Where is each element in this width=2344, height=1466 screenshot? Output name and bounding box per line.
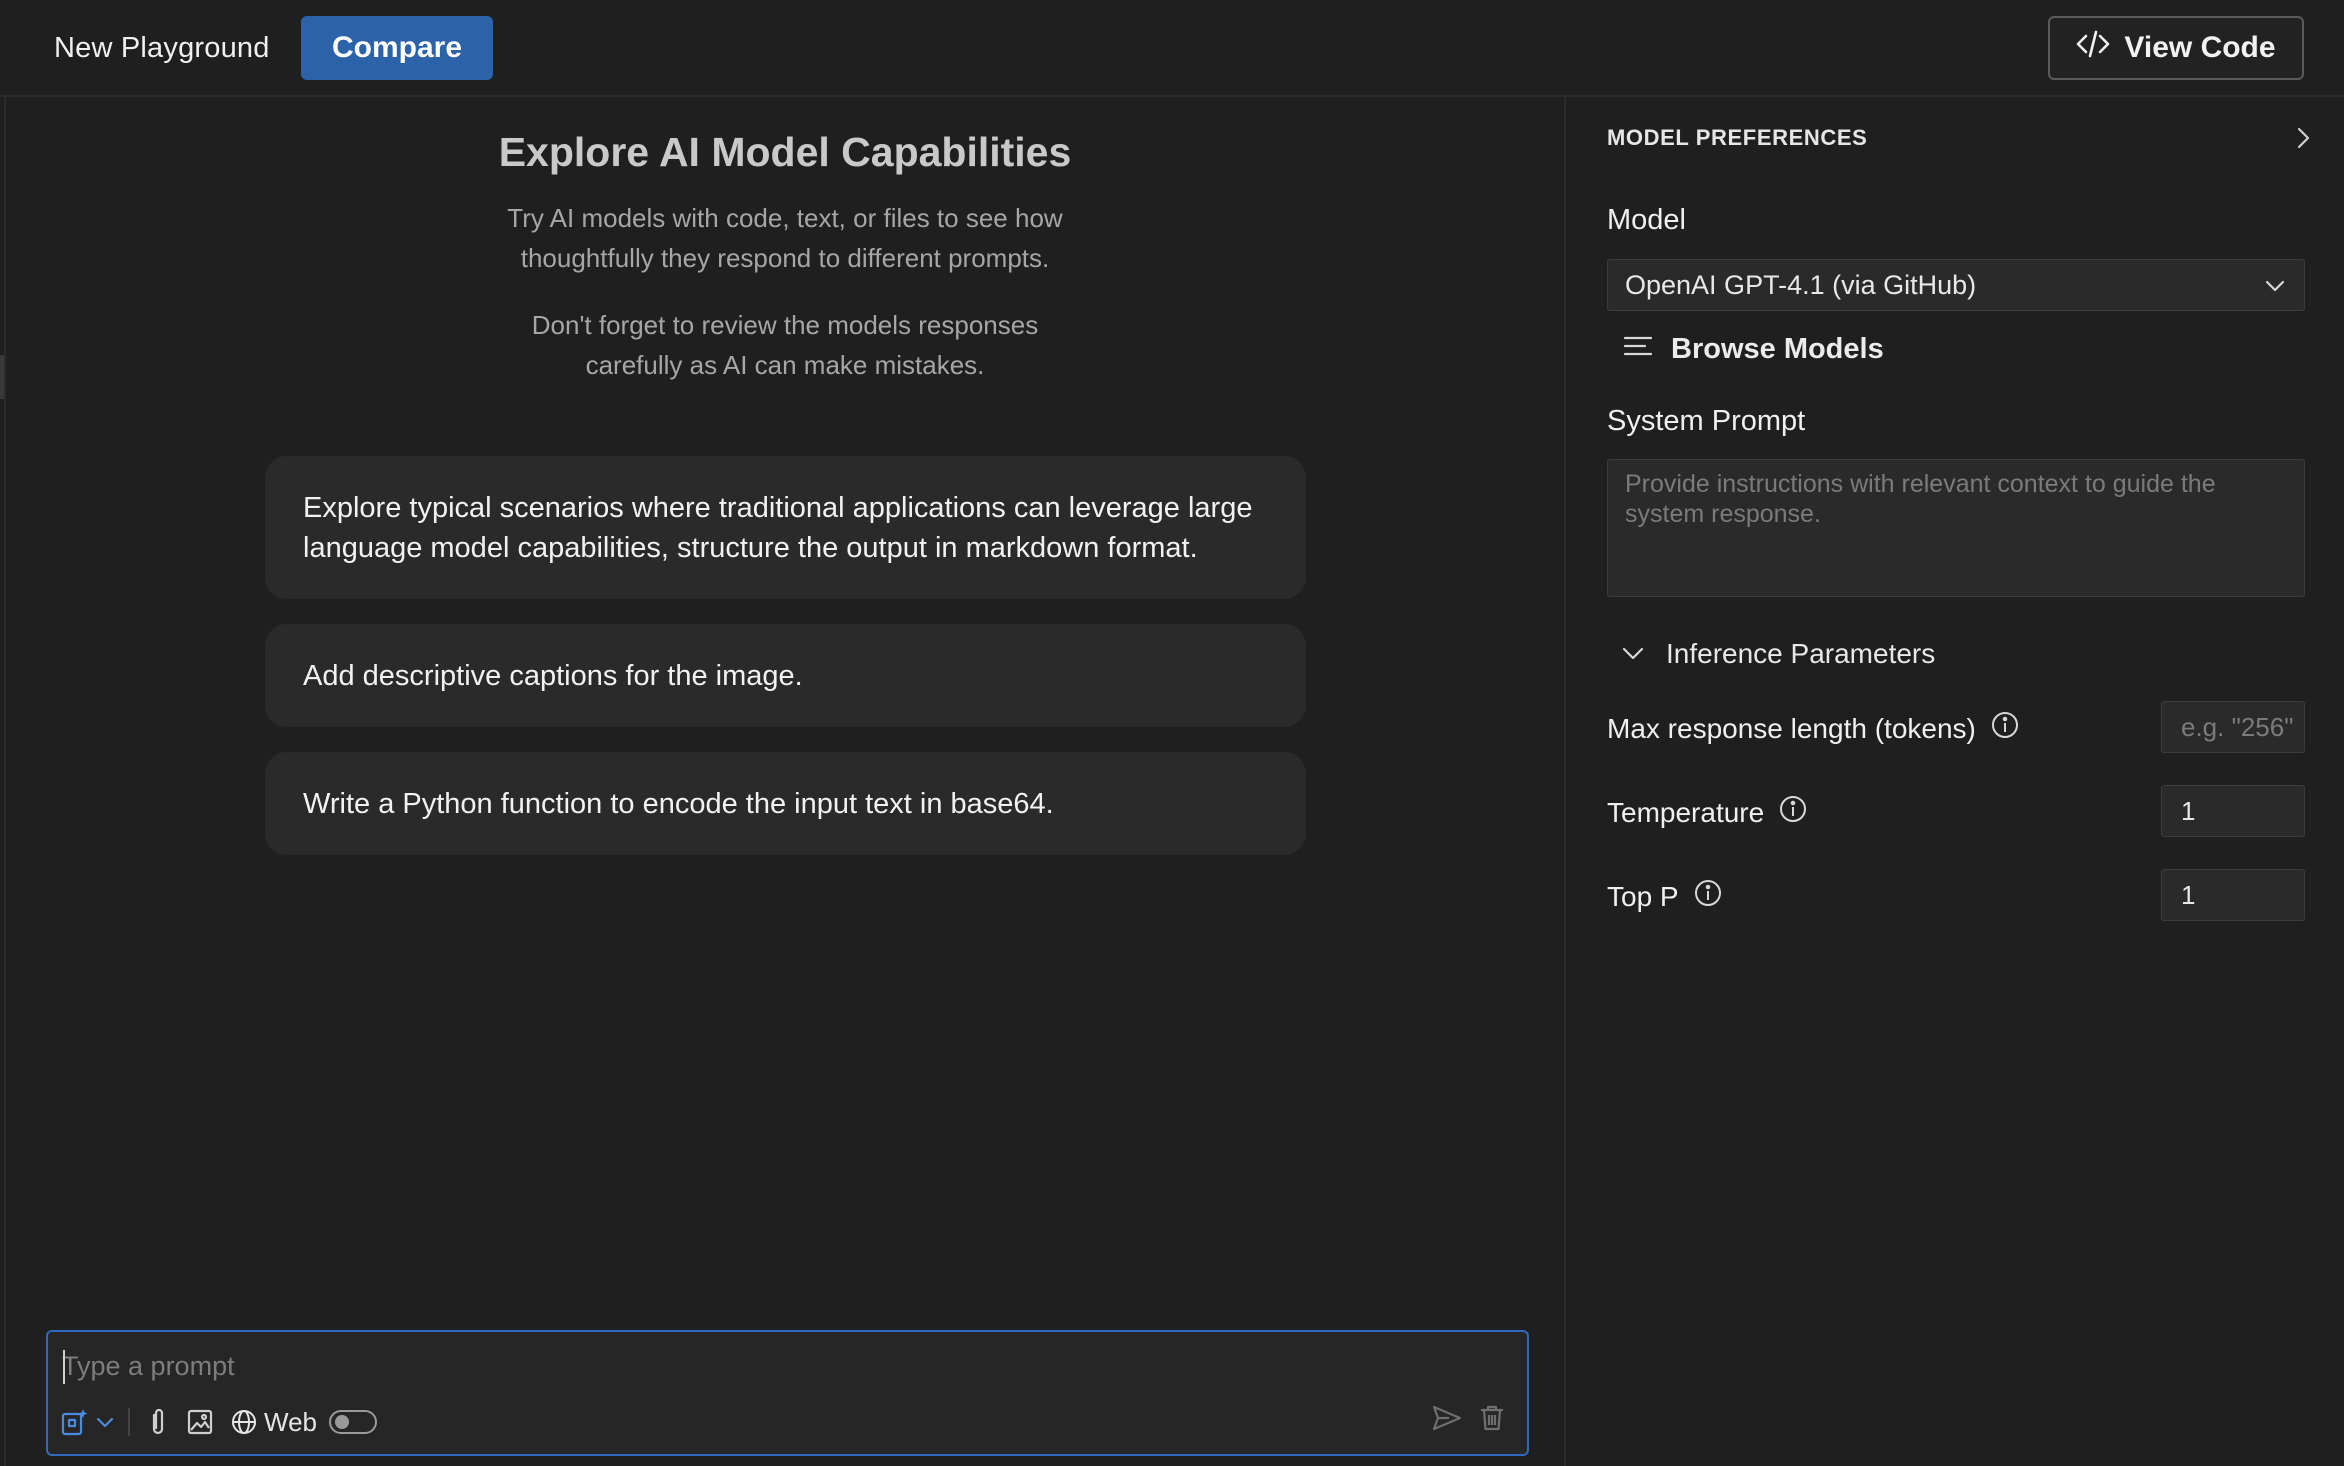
param-temperature: Temperature [1607, 785, 2305, 837]
chevron-down-icon [2265, 280, 2285, 292]
view-code-button[interactable]: View Code [2048, 16, 2304, 80]
page-title: Explore AI Model Capabilities [498, 129, 1072, 175]
system-prompt-field[interactable] [1607, 459, 2305, 597]
browse-models-button[interactable]: Browse Models [1623, 333, 1884, 366]
toolbar-divider [128, 1408, 130, 1436]
max-tokens-input[interactable] [2161, 701, 2305, 753]
playground-app: New Playground Compare View Code Explore… [0, 0, 2344, 1466]
info-icon[interactable] [1778, 794, 1808, 831]
param-label: Max response length (tokens) [1607, 712, 1976, 744]
prompt-input[interactable] [62, 1346, 1502, 1386]
param-label: Temperature [1607, 796, 1765, 828]
info-icon[interactable] [1693, 878, 1723, 915]
attach-button[interactable] [146, 1402, 170, 1442]
globe-icon [230, 1408, 258, 1436]
warning-line-1: Don't forget to review the models respon… [531, 310, 1039, 340]
prompt-box: Web [46, 1330, 1529, 1456]
param-label-wrap: Temperature [1607, 794, 1808, 831]
chat-area: Explore AI Model Capabilities Try AI mod… [6, 97, 1564, 1466]
suggestion-card[interactable]: Explore typical scenarios where traditio… [265, 456, 1306, 599]
chevron-right-icon[interactable] [2290, 125, 2316, 151]
tab-new-playground[interactable]: New Playground [54, 28, 270, 68]
chevron-down-icon [1620, 638, 1646, 670]
suggestion-text: Explore typical scenarios where traditio… [303, 491, 1253, 564]
text-caret [63, 1350, 65, 1384]
browse-models-label: Browse Models [1671, 333, 1884, 365]
param-max-tokens: Max response length (tokens) [1607, 701, 2305, 753]
intro-line-2: thoughtfully they respond to different p… [520, 243, 1050, 273]
system-prompt-label: System Prompt [1607, 405, 1806, 437]
intro-line-1: Try AI models with code, text, or files … [507, 203, 1063, 233]
web-toggle[interactable] [329, 1410, 377, 1434]
send-icon[interactable] [1431, 1404, 1463, 1437]
temperature-input[interactable] [2161, 785, 2305, 837]
warning-line-2: carefully as AI can make mistakes. [585, 350, 985, 380]
image-button[interactable] [186, 1402, 214, 1442]
toggle-knob [335, 1415, 349, 1429]
top-bar: New Playground Compare View Code [0, 0, 2344, 97]
suggestion-text: Add descriptive captions for the image. [303, 659, 803, 692]
model-select-value: OpenAI GPT-4.1 (via GitHub) [1625, 270, 1977, 300]
model-preferences-panel: MODEL PREFERENCES Model OpenAI GPT-4.1 (… [1564, 97, 2344, 1466]
sparkle-tools-icon [60, 1407, 90, 1437]
suggestion-text: Write a Python function to encode the in… [303, 787, 1054, 820]
inference-label: Inference Parameters [1666, 638, 1936, 669]
list-icon [1623, 333, 1653, 366]
panel-title: MODEL PREFERENCES [1607, 125, 1868, 150]
model-select[interactable]: OpenAI GPT-4.1 (via GitHub) [1607, 259, 2305, 311]
info-icon[interactable] [1990, 710, 2020, 747]
paperclip-icon [146, 1407, 170, 1437]
chevron-down-icon [94, 1411, 116, 1433]
param-label: Top P [1607, 880, 1679, 912]
param-top-p: Top P [1607, 869, 2305, 921]
trash-icon[interactable] [1479, 1404, 1505, 1437]
param-label-wrap: Max response length (tokens) [1607, 710, 2020, 747]
image-icon [186, 1408, 214, 1436]
intro-text: Try AI models with code, text, or files … [6, 198, 1564, 278]
top-p-input[interactable] [2161, 869, 2305, 921]
agent-mode-picker[interactable] [60, 1402, 116, 1442]
param-label-wrap: Top P [1607, 878, 1723, 915]
model-label: Model [1607, 204, 1686, 236]
suggestion-card[interactable]: Add descriptive captions for the image. [265, 624, 1306, 727]
prompt-actions [1431, 1404, 1505, 1437]
view-code-label: View Code [2124, 31, 2276, 64]
suggestion-card[interactable]: Write a Python function to encode the in… [265, 752, 1306, 855]
prompt-toolbar: Web [60, 1402, 377, 1442]
web-search-control[interactable]: Web [230, 1402, 377, 1442]
edge-indicator [0, 355, 4, 399]
compare-button[interactable]: Compare [301, 16, 493, 80]
warning-text: Don't forget to review the models respon… [6, 305, 1564, 385]
code-icon [2076, 29, 2110, 67]
web-label: Web [264, 1406, 317, 1437]
inference-parameters-toggle[interactable]: Inference Parameters [1620, 638, 1935, 670]
